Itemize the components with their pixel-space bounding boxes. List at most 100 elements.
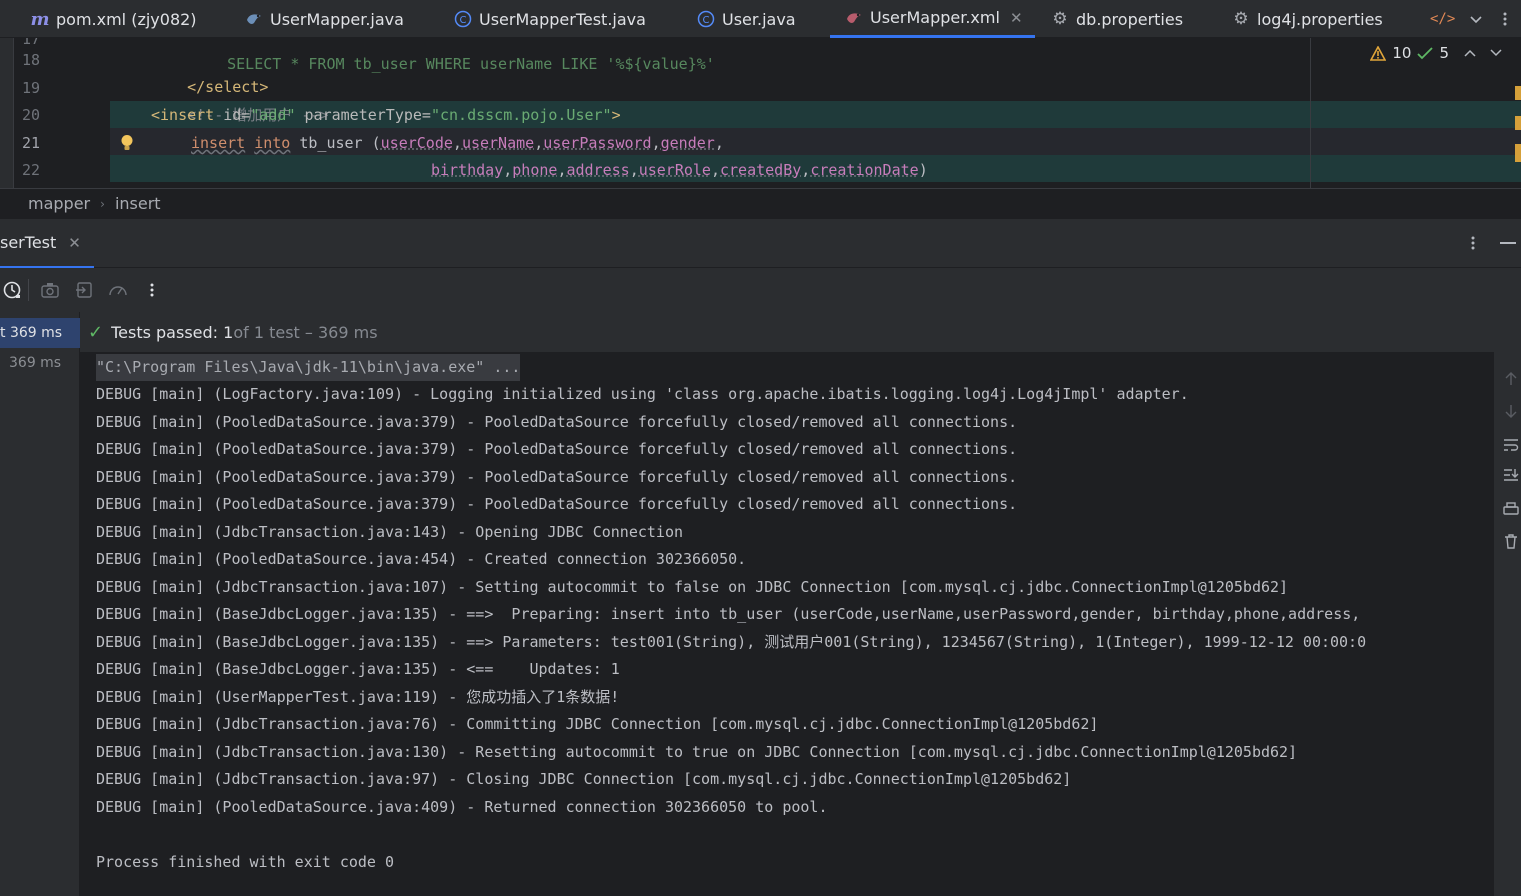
tab-usermapper-xml[interactable]: UserMapper.xml ✕ xyxy=(830,0,1035,38)
tests-detail-label: of 1 test – 369 ms xyxy=(233,322,378,342)
close-icon[interactable]: ✕ xyxy=(1010,9,1023,27)
project-panel-edge xyxy=(0,38,14,188)
console-command-line[interactable]: "C:\Program Files\Java\jdk-11\bin\java.e… xyxy=(96,354,521,381)
warning-stripe-marker[interactable] xyxy=(1515,116,1521,130)
console-line: DEBUG [main] (BaseJdbcLogger.java:135) -… xyxy=(96,660,620,678)
console-line: DEBUG [main] (JdbcTransaction.java:97) -… xyxy=(96,770,1072,788)
svg-text:C: C xyxy=(460,15,467,26)
camera-icon[interactable] xyxy=(33,268,67,312)
tab-label: log4j.properties xyxy=(1257,9,1383,29)
code-line-21: insert into tb_user (userCode,userName,u… xyxy=(191,134,724,152)
arrow-down-icon[interactable] xyxy=(1502,402,1520,420)
check-icon: ✓ xyxy=(88,321,104,343)
chevron-down-icon[interactable] xyxy=(1468,0,1484,38)
gear-icon: ⚙ xyxy=(1052,9,1068,29)
tab-label: pom.xml (zjy082) xyxy=(56,9,197,29)
run-tool-window-header: serTest ✕ xyxy=(0,218,1521,269)
console-line: DEBUG [main] (PooledDataSource.java:379)… xyxy=(96,468,1018,486)
arrow-up-icon[interactable] xyxy=(1502,370,1520,388)
class-c-icon: C xyxy=(696,9,716,29)
line-number: 17 xyxy=(22,38,41,48)
console-line: DEBUG [main] (PooledDataSource.java:379)… xyxy=(96,495,1018,513)
line-number: 21 xyxy=(22,134,41,152)
tab-user-java[interactable]: C User.java xyxy=(696,0,796,38)
xml-code-icon[interactable]: </> xyxy=(1430,0,1455,38)
run-tab[interactable]: serTest ✕ xyxy=(0,219,94,269)
console-line: DEBUG [main] (JdbcTransaction.java:76) -… xyxy=(96,715,1099,733)
tree-item-test-method[interactable]: 369 ms xyxy=(0,348,80,378)
mybatis-bird-icon xyxy=(844,8,864,28)
inspection-widget[interactable]: 10 5 xyxy=(1370,44,1503,62)
editor-tab-bar: m pom.xml (zjy082) UserMapper.java C Use… xyxy=(0,0,1521,38)
warning-count: 10 xyxy=(1392,44,1412,62)
warning-stripe-marker[interactable] xyxy=(1515,86,1521,100)
console-exit-line: Process finished with exit code 0 xyxy=(96,853,395,871)
console-side-controls xyxy=(1494,352,1521,896)
check-count: 5 xyxy=(1439,44,1449,62)
breadcrumb-item-mapper[interactable]: mapper xyxy=(28,194,90,213)
test-results-tree: t 369 ms 369 ms xyxy=(0,312,80,896)
more-vertical-icon[interactable] xyxy=(1502,0,1508,38)
scroll-to-end-icon[interactable] xyxy=(1502,466,1520,484)
warning-icon xyxy=(1370,45,1387,61)
import-icon[interactable] xyxy=(67,268,101,312)
test-status-bar: ✓ Tests passed: 1 of 1 test – 369 ms xyxy=(80,312,1521,352)
tab-log4j-properties[interactable]: ⚙ log4j.properties xyxy=(1231,0,1383,38)
tree-item-test-class[interactable]: t 369 ms xyxy=(0,318,80,348)
line-number: 18 xyxy=(22,51,41,69)
chevron-down-icon[interactable] xyxy=(1489,47,1503,59)
code-line-18: </select> xyxy=(187,78,269,96)
tab-label: UserMapper.xml xyxy=(870,8,1000,27)
console-line: DEBUG [main] (JdbcTransaction.java:143) … xyxy=(96,523,683,541)
console-output[interactable]: "C:\Program Files\Java\jdk-11\bin\java.e… xyxy=(80,352,1494,896)
code-editor[interactable]: 17 18 19 20 21 22 SELECT * FROM tb_user … xyxy=(0,38,1521,188)
console-line: DEBUG [main] (PooledDataSource.java:379)… xyxy=(96,440,1018,458)
soft-wrap-icon[interactable] xyxy=(1502,436,1520,454)
code-line-22: birthday,phone,address,userRole,createdB… xyxy=(431,161,928,179)
console-line: DEBUG [main] (JdbcTransaction.java:107) … xyxy=(96,578,1289,596)
tab-label: UserMapper.java xyxy=(270,9,404,29)
breadcrumb: mapper › insert xyxy=(0,188,1521,218)
code-line-19: <!-- 增加用户 --> xyxy=(187,106,329,124)
more-vertical-icon[interactable] xyxy=(135,268,169,312)
check-icon xyxy=(1417,47,1434,60)
speedometer-icon[interactable] xyxy=(101,268,135,312)
console-line: DEBUG [main] (BaseJdbcLogger.java:135) -… xyxy=(96,605,1361,623)
toolbar-separator xyxy=(28,279,29,301)
console-line: DEBUG [main] (PooledDataSource.java:409)… xyxy=(96,798,828,816)
breadcrumb-item-insert[interactable]: insert xyxy=(115,194,161,213)
history-clock-icon[interactable] xyxy=(0,268,24,312)
console-line: DEBUG [main] (UserMapperTest.java:119) -… xyxy=(96,688,620,706)
minimize-icon[interactable] xyxy=(1500,242,1516,244)
console-line: DEBUG [main] (PooledDataSource.java:454)… xyxy=(96,550,747,568)
chevron-right-icon: › xyxy=(100,196,105,211)
print-icon[interactable] xyxy=(1502,500,1520,518)
warning-stripe-marker[interactable] xyxy=(1515,144,1521,162)
code-line-20: <insert id="add" parameterType="cn.dsscm… xyxy=(151,106,621,124)
console-line: DEBUG [main] (JdbcTransaction.java:130) … xyxy=(96,743,1298,761)
console-line: DEBUG [main] (LogFactory.java:109) - Log… xyxy=(96,385,1189,403)
run-toolbar xyxy=(0,268,1521,312)
chevron-up-icon[interactable] xyxy=(1463,47,1477,59)
tab-db-properties[interactable]: ⚙ db.properties xyxy=(1050,0,1183,38)
tab-usermapper-java[interactable]: UserMapper.java xyxy=(244,0,404,38)
console-line: DEBUG [main] (BaseJdbcLogger.java:135) -… xyxy=(96,633,1367,651)
close-icon[interactable]: ✕ xyxy=(68,234,81,252)
tab-usermappertest-java[interactable]: C UserMapperTest.java xyxy=(453,0,646,38)
line-number: 19 xyxy=(22,79,41,97)
run-tab-label: serTest xyxy=(0,233,57,252)
line-number: 22 xyxy=(22,161,41,179)
maven-m-icon: m xyxy=(30,8,50,30)
svg-text:C: C xyxy=(703,15,710,26)
more-vertical-icon[interactable] xyxy=(1470,235,1476,255)
tab-pom-xml[interactable]: m pom.xml (zjy082) xyxy=(30,0,197,38)
mybatis-bird-icon xyxy=(244,9,264,29)
class-c-icon: C xyxy=(453,9,473,29)
console-line: DEBUG [main] (PooledDataSource.java:379)… xyxy=(96,413,1018,431)
line-number: 20 xyxy=(22,106,41,124)
tests-passed-label: Tests passed: 1 xyxy=(111,322,234,342)
tab-label: UserMapperTest.java xyxy=(479,9,646,29)
tab-label: db.properties xyxy=(1076,9,1184,29)
tab-label: User.java xyxy=(722,9,796,29)
trash-icon[interactable] xyxy=(1502,532,1520,550)
